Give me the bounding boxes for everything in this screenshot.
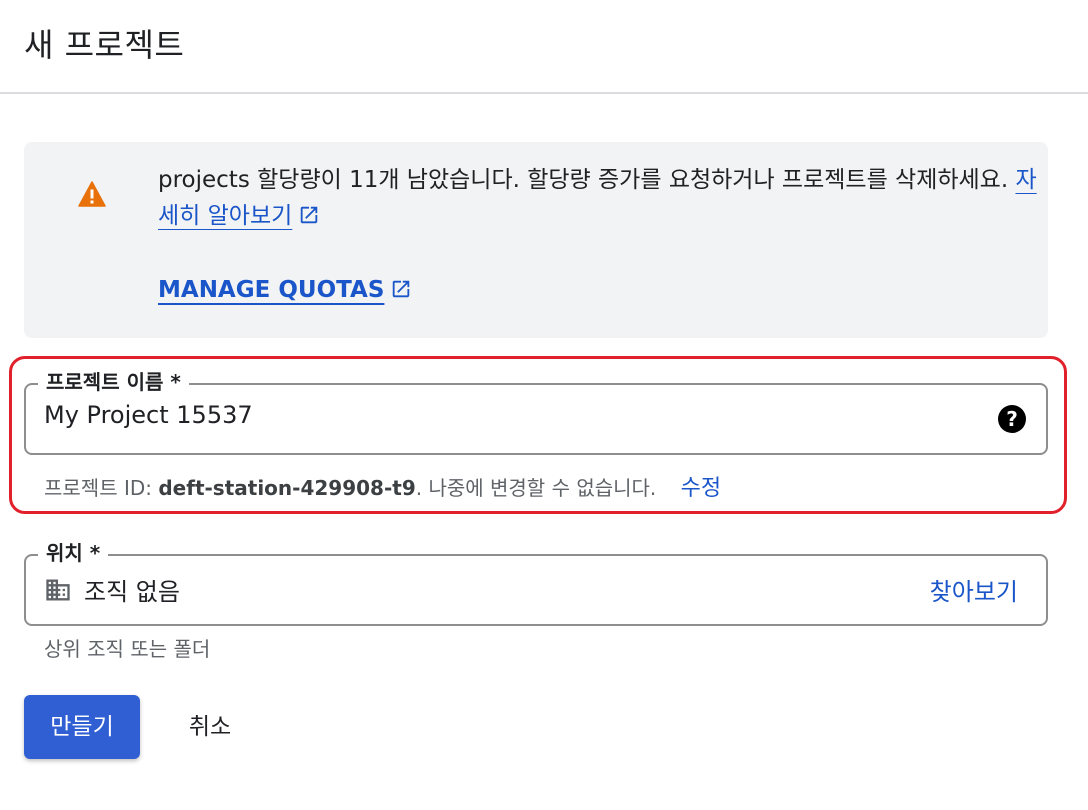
create-button[interactable]: 만들기 xyxy=(24,695,140,759)
project-name-field[interactable]: 프로젝트 이름 * My Project 15537 ? xyxy=(24,366,1048,455)
manage-quotas-label: MANAGE QUOTAS xyxy=(158,277,385,303)
external-link-icon xyxy=(301,206,318,224)
project-id-helper: 프로젝트 ID: deft-station-429908-t9. 나중에 변경할… xyxy=(44,470,721,502)
help-icon[interactable]: ? xyxy=(998,405,1026,433)
browse-button[interactable]: 찾아보기 xyxy=(930,572,1018,607)
location-value: 조직 없음 xyxy=(84,578,180,606)
project-name-input[interactable]: My Project 15537 xyxy=(44,401,253,429)
project-id-prefix: 프로젝트 ID: xyxy=(44,476,152,500)
page-header: 새 프로젝트 xyxy=(0,0,1088,94)
manage-quotas-link[interactable]: MANAGE QUOTAS xyxy=(158,272,412,308)
quota-message: projects 할당량이 11개 남았습니다. 할당량 증가를 요청하거나 프… xyxy=(158,162,1038,234)
project-name-label: 프로젝트 이름 * xyxy=(38,366,189,398)
external-link-icon xyxy=(393,280,410,298)
location-label: 위치 * xyxy=(38,537,109,569)
location-field[interactable]: 위치 * 조직 없음 찾아보기 xyxy=(24,537,1048,626)
quota-message-text: projects 할당량이 11개 남았습니다. 할당량 증가를 요청하거나 프… xyxy=(158,167,1009,193)
cancel-button[interactable]: 취소 xyxy=(170,695,250,759)
edit-project-id-link[interactable]: 수정 xyxy=(681,476,721,501)
page-title: 새 프로젝트 xyxy=(24,26,185,64)
warning-icon xyxy=(78,181,106,207)
project-id-suffix: . 나중에 변경할 수 없습니다. xyxy=(415,476,657,500)
organization-icon xyxy=(46,579,70,601)
location-helper-text: 상위 조직 또는 폴더 xyxy=(44,637,211,661)
project-id-value: deft-station-429908-t9 xyxy=(158,476,416,500)
